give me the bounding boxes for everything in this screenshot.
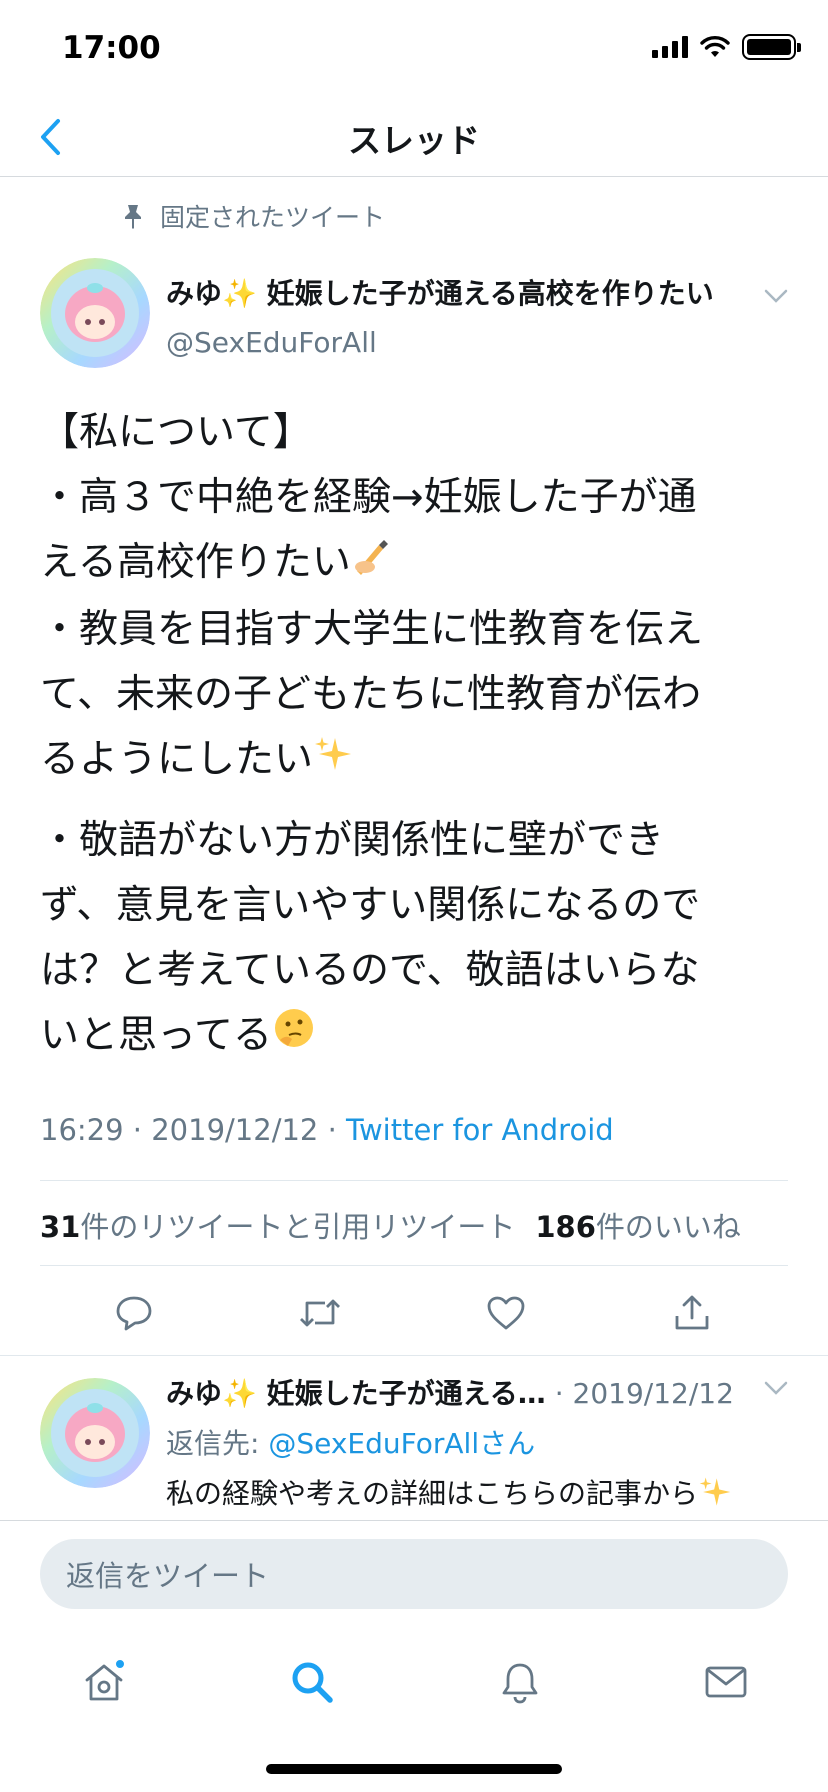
tweet-line: える高校作りたい: [40, 540, 351, 585]
tweet-time: 16:29: [40, 1113, 124, 1147]
tweet-line: て、未来の子どもたちに性教育が伝わ: [40, 672, 702, 717]
thinking-face-emoji-icon: [272, 1005, 316, 1070]
tweet-actions: [0, 1285, 828, 1341]
reply-text-content: 私の経験や考えの詳細はこちらの記事から: [166, 1477, 699, 1510]
tweet-line: ・高３で中絶を経験→妊娠した子が通: [40, 475, 697, 520]
tweet-line: 【私について】: [40, 410, 312, 455]
reply-to-label: 返信先:: [166, 1427, 260, 1460]
tab-messages[interactable]: [696, 1652, 756, 1712]
notification-dot: [114, 1658, 126, 1670]
sparkles-emoji-icon: [313, 729, 353, 794]
tweet-line: ・教員を目指す大学生に性教育を伝え: [40, 607, 704, 652]
tab-home[interactable]: [74, 1652, 134, 1712]
heart-icon: [487, 1296, 525, 1330]
status-bar: 17:00: [0, 0, 828, 100]
chevron-down-icon: [764, 1381, 788, 1395]
mail-icon: [705, 1666, 747, 1698]
retweet-label: 件のリツイートと引用リツイート: [80, 1210, 516, 1244]
author-name: みゆ✨ 妊娠した子が通える高校を作りたい: [166, 277, 714, 310]
tweet-author[interactable]: みゆ✨ 妊娠した子が通える高校を作りたい @SexEduForAll: [166, 272, 786, 359]
tweet-text: 【私について】 ・高３で中絶を経験→妊娠した子が通 える高校作りたい ・教員を目…: [40, 400, 790, 1084]
wifi-icon: [700, 36, 730, 57]
tweet-line: ・敬語がない方が関係性に壁ができ: [40, 818, 665, 863]
divider: [40, 1265, 788, 1266]
tweet-line: いと思ってる: [40, 1013, 273, 1058]
reply-composer-bar: 返信をツイート: [0, 1520, 828, 1640]
retweet-count: 31: [40, 1210, 81, 1244]
tweet-paragraph: 【私について】 ・高３で中絶を経験→妊娠した子が通 える高校作りたい ・教員を目…: [40, 400, 790, 794]
chevron-down-icon: [764, 289, 788, 303]
status-time: 17:00: [62, 30, 161, 66]
navigation-bar: スレッド: [0, 100, 828, 177]
share-icon: [675, 1295, 709, 1330]
tweet-source-link[interactable]: Twitter for Android: [346, 1113, 614, 1147]
page-title: スレッド: [348, 121, 480, 160]
tab-notifications[interactable]: [490, 1652, 550, 1712]
tweet-line: るようにしたい: [40, 737, 314, 782]
tweet-date: 2019/12/12: [151, 1113, 319, 1147]
likes-stat[interactable]: 186件のいいね: [535, 1204, 741, 1246]
retweets-stat[interactable]: 31件のリツイートと引用リツイート: [40, 1204, 515, 1246]
tweet-line: は？と考えているので、敬語はいらな: [40, 948, 700, 993]
pinned-tweet-label: 固定されたツイート: [122, 198, 385, 234]
reply-input[interactable]: 返信をツイート: [40, 1539, 788, 1609]
reply-date: 2019/12/12: [572, 1377, 734, 1410]
reply-text: 私の経験や考えの詳細はこちらの記事から: [166, 1472, 732, 1516]
avatar-image: [40, 1378, 150, 1488]
tweet-metadata: 16:29 · 2019/12/12 · Twitter for Android: [40, 1113, 614, 1147]
reply-input-placeholder: 返信をツイート: [66, 1559, 270, 1593]
status-icons: [652, 34, 801, 60]
reply-button[interactable]: [106, 1285, 162, 1341]
reply-header[interactable]: みゆ✨ 妊娠した子が通える… · 2019/12/12: [166, 1372, 786, 1412]
tweet-stats: 31件のリツイートと引用リツイート 186件のいいね: [40, 1204, 741, 1246]
author-handle: @SexEduForAll: [166, 326, 377, 359]
share-button[interactable]: [664, 1285, 720, 1341]
tab-search[interactable]: [282, 1652, 342, 1712]
like-button[interactable]: [478, 1285, 534, 1341]
sparkles-emoji-icon: [698, 1475, 732, 1516]
home-indicator: [266, 1764, 562, 1774]
divider: [0, 1355, 828, 1356]
pinned-label-text: 固定されたツイート: [160, 203, 386, 232]
cellular-signal-icon: [652, 36, 688, 58]
reply-avatar[interactable]: [40, 1378, 150, 1488]
avatar[interactable]: [40, 258, 150, 368]
retweet-icon: [300, 1299, 340, 1327]
like-count: 186: [535, 1210, 596, 1244]
like-label: 件のいいね: [595, 1210, 741, 1244]
reply-author-name: みゆ✨ 妊娠した子が通える…: [166, 1377, 546, 1410]
tab-bar: [0, 1640, 828, 1792]
battery-icon: [742, 34, 801, 60]
search-icon: [292, 1662, 333, 1703]
reply-menu-button[interactable]: [764, 1380, 788, 1400]
retweet-button[interactable]: [292, 1285, 348, 1341]
pin-icon: [125, 205, 141, 229]
reply-to-mention[interactable]: @SexEduForAllさん: [268, 1427, 535, 1460]
tweet-menu-button[interactable]: [764, 288, 788, 308]
avatar-image: [40, 258, 150, 368]
reply-to-line: 返信先: @SexEduForAllさん: [166, 1422, 535, 1462]
tweet-line: ず、意見を言いやすい関係になるので: [40, 883, 701, 928]
divider: [40, 1180, 788, 1181]
reply-icon: [116, 1296, 152, 1331]
writing-hand-emoji-icon: [351, 532, 391, 597]
bell-icon: [502, 1663, 538, 1704]
tweet-paragraph: ・敬語がない方が関係性に壁ができ ず、意見を言いやすい関係になるので は？と考え…: [40, 808, 790, 1070]
